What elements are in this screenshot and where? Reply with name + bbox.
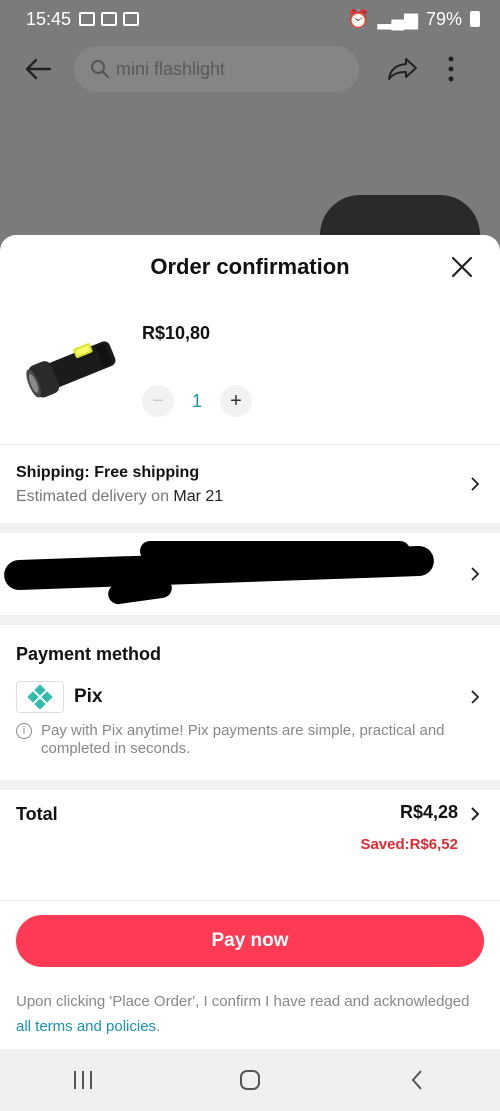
system-nav-bar xyxy=(0,1049,500,1111)
close-button[interactable] xyxy=(448,253,476,281)
section-gap xyxy=(0,780,500,790)
increase-quantity-button[interactable]: + xyxy=(220,385,252,417)
delivery-prefix: Estimated delivery on xyxy=(16,488,174,505)
recent-apps-icon xyxy=(74,1071,93,1089)
terms-prefix: Upon clicking 'Place Order', I confirm I… xyxy=(16,993,470,1010)
product-summary: R$10,80 − 1 + xyxy=(0,299,500,444)
search-input[interactable]: mini flashlight xyxy=(74,46,359,92)
home-icon xyxy=(239,1070,260,1090)
pay-now-button[interactable]: Pay now xyxy=(16,915,484,967)
top-nav: mini flashlight xyxy=(0,44,500,94)
shipping-row[interactable]: Shipping: Free shipping Estimated delive… xyxy=(0,445,500,523)
signal-icon: ▂▄▆ xyxy=(377,8,418,29)
delivery-date: Mar 21 xyxy=(173,488,224,505)
image-icon xyxy=(101,12,118,26)
notification-icons xyxy=(79,12,140,26)
mail-icon xyxy=(79,12,96,26)
back-arrow-icon xyxy=(25,58,52,80)
saved-amount: Saved:R$6,52 xyxy=(360,836,458,853)
system-back-button[interactable] xyxy=(397,1060,437,1100)
home-button[interactable] xyxy=(230,1060,270,1100)
estimated-delivery: Estimated delivery on Mar 21 xyxy=(16,488,484,506)
quantity-value[interactable]: 1 xyxy=(174,391,220,412)
pix-logo-icon xyxy=(16,681,64,713)
flashlight-product-image xyxy=(26,341,116,398)
battery-icon xyxy=(470,11,480,27)
pix-label: Pix xyxy=(74,686,103,707)
back-button[interactable] xyxy=(20,51,56,87)
info-icon: i xyxy=(16,723,32,739)
chevron-left-icon xyxy=(411,1070,422,1090)
chevron-right-icon xyxy=(471,807,480,821)
terms-suffix: . xyxy=(156,1018,161,1035)
shipping-title: Shipping: Free shipping xyxy=(16,464,200,481)
sheet-title: Order confirmation xyxy=(150,254,350,279)
decrease-quantity-button[interactable]: − xyxy=(142,385,174,417)
recent-apps-button[interactable] xyxy=(63,1060,103,1100)
terms-link[interactable]: all terms and policies xyxy=(16,1018,156,1035)
product-price: R$10,80 xyxy=(142,323,211,343)
shipping-address-row[interactable] xyxy=(0,533,500,615)
share-icon xyxy=(388,58,417,80)
payment-method-section: Payment method Pix i Pay with Pix anytim… xyxy=(0,625,500,780)
alarm-icon: ⏰ xyxy=(347,8,370,29)
status-time: 15:45 xyxy=(26,8,72,29)
search-icon xyxy=(91,60,109,78)
redacted-address xyxy=(140,541,410,561)
search-placeholder: mini flashlight xyxy=(116,58,226,79)
terms-text: Upon clicking 'Place Order', I confirm I… xyxy=(16,989,484,1039)
order-confirmation-sheet: Order confirmation R$10,80 − 1 + Shippin… xyxy=(0,235,500,1049)
pix-note-text: Pay with Pix anytime! Pix payments are s… xyxy=(41,722,445,757)
chevron-right-icon xyxy=(471,477,480,491)
checkout-footer: Pay now Upon clicking 'Place Order', I c… xyxy=(0,901,500,1039)
system-icons: ⏰ ▂▄▆ 79% xyxy=(347,9,480,30)
total-value: R$4,28 xyxy=(399,802,458,822)
sheet-header: Order confirmation xyxy=(0,235,500,299)
more-vertical-icon xyxy=(448,56,454,82)
payment-option-pix[interactable]: Pix xyxy=(16,681,484,713)
chevron-right-icon xyxy=(471,690,480,704)
section-gap xyxy=(0,615,500,625)
status-bar: 15:45 ⏰ ▂▄▆ 79% xyxy=(0,0,500,38)
pix-info-note: i Pay with Pix anytime! Pix payments are… xyxy=(16,722,484,758)
section-gap xyxy=(0,523,500,533)
battery-text: 79% xyxy=(425,8,462,29)
close-icon xyxy=(451,256,473,278)
more-options-button[interactable] xyxy=(441,51,461,87)
chevron-right-icon xyxy=(471,567,480,581)
quantity-stepper: − 1 + xyxy=(142,385,252,417)
order-total-row[interactable]: Total R$4,28 Saved:R$6,52 xyxy=(0,790,500,900)
payment-method-title: Payment method xyxy=(16,644,162,664)
share-button[interactable] xyxy=(385,51,421,87)
calendar-icon xyxy=(123,12,140,26)
